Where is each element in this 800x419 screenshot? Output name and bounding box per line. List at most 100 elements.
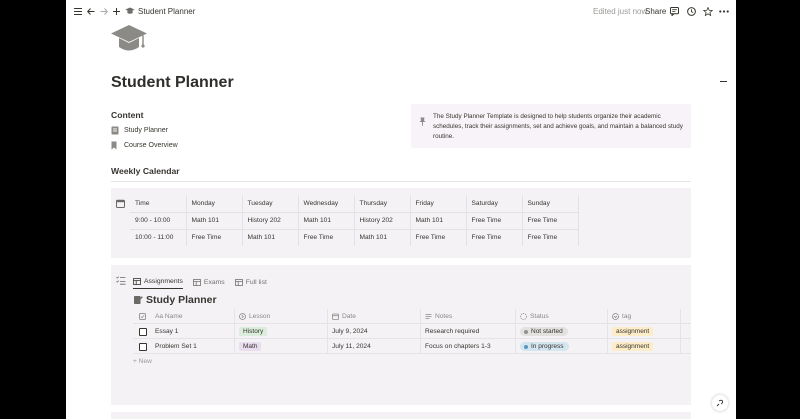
tag-badge: assignment	[612, 342, 654, 351]
calendar-cell[interactable]: Free Time	[522, 212, 579, 230]
row-checkbox[interactable]	[139, 324, 147, 339]
link-study-planner[interactable]: Study Planner	[111, 124, 168, 136]
tab-exams[interactable]: Exams	[193, 275, 225, 289]
column-divider	[234, 309, 235, 354]
calendar-cell[interactable]: Friday	[410, 195, 467, 213]
cell-date[interactable]: July 11, 2024	[332, 339, 371, 354]
table-icon	[193, 278, 201, 286]
column-header-date[interactable]: Date	[332, 309, 356, 324]
select-all-checkbox[interactable]	[139, 309, 146, 324]
comment-icon[interactable]	[670, 4, 679, 18]
tab-full-list[interactable]: Full list	[234, 275, 267, 289]
cell-lesson[interactable]: Math	[239, 339, 262, 354]
view-tabs: Assignments Exams Full list	[133, 275, 277, 289]
new-row-button[interactable]: + New	[133, 358, 152, 365]
calendar-cell[interactable]: Tuesday	[242, 195, 299, 213]
help-icon[interactable]	[712, 395, 728, 411]
favorite-star-icon[interactable]	[703, 4, 713, 18]
calendar-cell[interactable]: History 202	[354, 212, 411, 230]
forward-arrow-icon[interactable]	[100, 4, 108, 18]
cell-tag[interactable]: assignment	[612, 324, 654, 339]
calendar-cell[interactable]: Monday	[186, 195, 243, 213]
row-checkbox[interactable]	[139, 339, 147, 354]
history-clock-icon[interactable]	[687, 4, 696, 18]
column-divider	[327, 309, 328, 354]
column-label: Notes	[435, 313, 453, 320]
callout: The Study Planner Template is designed t…	[411, 104, 691, 148]
calendar-cell[interactable]: Wednesday	[298, 195, 355, 213]
cell-name[interactable]: Essay 1	[155, 324, 178, 339]
column-label: Lesson	[249, 313, 271, 320]
lesson-property-icon	[239, 313, 246, 320]
tab-label: Assignments	[144, 278, 183, 285]
calendar-cell[interactable]: Thursday	[354, 195, 411, 213]
calendar-cell[interactable]: Saturday	[466, 195, 523, 213]
calendar-cell[interactable]: Math 101	[242, 229, 299, 246]
weekly-calendar-heading: Weekly Calendar	[111, 166, 180, 176]
cell-notes[interactable]: Research required	[425, 324, 479, 339]
column-header-notes[interactable]: Notes	[425, 309, 452, 324]
column-header-name[interactable]: Aa Name	[155, 309, 183, 324]
cell-notes[interactable]: Focus on chapters 1-3	[425, 339, 491, 354]
new-page-plus-icon[interactable]	[113, 4, 120, 18]
bookmark-icon	[111, 141, 119, 150]
calendar-cell[interactable]: Math 101	[298, 212, 355, 230]
calendar-cell[interactable]: Time	[130, 195, 187, 213]
calendar-cell[interactable]: Free Time	[410, 229, 467, 246]
cell-lesson[interactable]: History	[239, 324, 268, 339]
checklist-icon	[116, 272, 126, 285]
tab-assignments[interactable]: Assignments	[133, 275, 183, 289]
graduation-cap-icon[interactable]	[110, 23, 148, 53]
calendar-cell[interactable]: Math 101	[410, 212, 467, 230]
link-label: Study Planner	[124, 126, 168, 134]
calendar-cell[interactable]: Free Time	[298, 229, 355, 246]
calendar-cell[interactable]: 10:00 - 11:00	[130, 229, 187, 246]
page-title: Student Planner	[111, 74, 234, 91]
calendar-cell[interactable]: Free Time	[466, 212, 523, 230]
column-header-lesson[interactable]: Lesson	[239, 309, 270, 324]
column-label: Status	[530, 313, 549, 320]
database-title[interactable]: Study Planner	[133, 294, 217, 306]
pushpin-icon	[419, 113, 426, 126]
calendar-cell[interactable]: Free Time	[466, 229, 523, 246]
calendar-block: Time Monday Tuesday Wednesday Thursday Friday…	[111, 188, 691, 258]
collapse-toggle-icon[interactable]	[720, 81, 727, 82]
calendar-cell[interactable]: Math 101	[186, 212, 243, 230]
share-button[interactable]: Share	[645, 4, 666, 18]
column-header-status[interactable]: Status	[520, 309, 549, 324]
status-label: In progress	[531, 343, 564, 350]
menu-icon[interactable]	[74, 4, 82, 18]
link-course-overview[interactable]: Course Overview	[111, 139, 178, 151]
calendar-cell[interactable]: History 202	[242, 212, 299, 230]
calendar-cell[interactable]: 9:00 - 10:00	[130, 212, 187, 230]
cell-date[interactable]: July 9, 2024	[332, 324, 368, 339]
notion-page: Student Planner Edited just now Share St…	[66, 0, 736, 419]
breadcrumb-title: Student Planner	[138, 6, 196, 16]
cell-status[interactable]: Not started	[520, 324, 568, 339]
calendar-cell[interactable]: Math 101	[354, 229, 411, 246]
calendar-cell[interactable]: Free Time	[186, 229, 243, 246]
cell-tag[interactable]: assignment	[612, 339, 654, 354]
column-divider	[607, 309, 608, 354]
table-icon	[133, 278, 141, 285]
calendar-cell[interactable]: Sunday	[522, 195, 579, 213]
column-divider	[420, 309, 421, 354]
database-block: Assignments Exams Full list Study Planne…	[111, 265, 691, 405]
content-heading: Content	[111, 110, 144, 120]
tag-badge: assignment	[612, 327, 654, 336]
lesson-tag: Math	[239, 342, 262, 351]
notebook-icon	[133, 295, 143, 305]
link-label: Course Overview	[124, 141, 178, 149]
more-options-icon[interactable]	[719, 4, 729, 18]
lesson-tag: History	[239, 327, 268, 336]
calendar-cell[interactable]: Free Time	[522, 229, 579, 246]
column-header-tag[interactable]: tag	[612, 309, 631, 324]
calendar-icon	[332, 313, 339, 320]
back-arrow-icon[interactable]	[87, 4, 95, 18]
next-block	[111, 412, 691, 419]
cell-name[interactable]: Problem Set 1	[155, 339, 197, 354]
breadcrumb[interactable]: Student Planner	[125, 4, 195, 18]
column-divider	[680, 309, 681, 354]
calendar-row: 10:00 - 11:00 Free Time Math 101 Free Time M…	[130, 229, 579, 246]
cell-status[interactable]: In progress	[520, 339, 569, 354]
